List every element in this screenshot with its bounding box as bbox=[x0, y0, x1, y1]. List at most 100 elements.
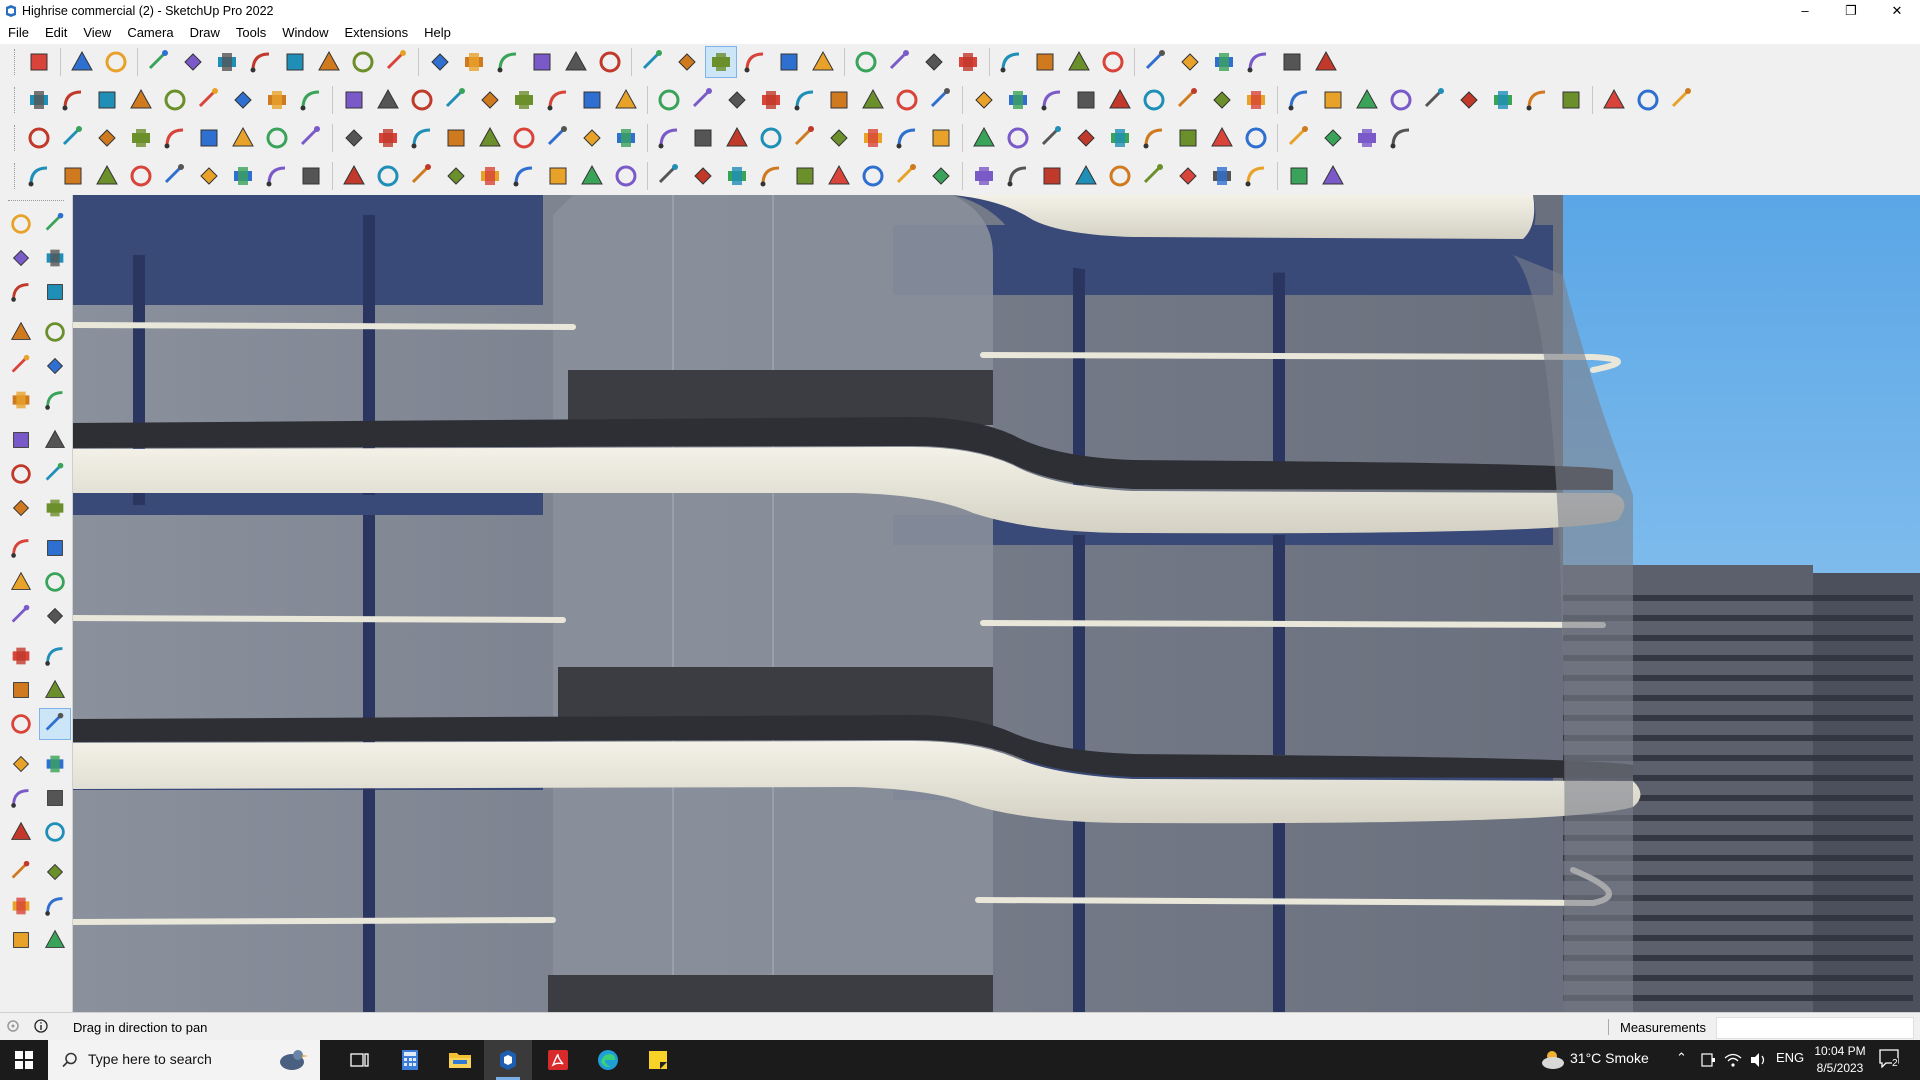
layers-tool-button[interactable] bbox=[851, 47, 881, 77]
row2-tool-26-tool-button[interactable] bbox=[892, 85, 922, 115]
row4-tool-22-tool-button[interactable] bbox=[756, 161, 786, 191]
ext-7-tool-button[interactable] bbox=[1175, 47, 1205, 77]
row3-tool-22-tool-button[interactable] bbox=[756, 123, 786, 153]
notification-center-button[interactable]: 2 bbox=[1878, 1048, 1904, 1072]
row2-tool-28-tool-button[interactable] bbox=[969, 85, 999, 115]
measurements-input[interactable] bbox=[1716, 1017, 1914, 1039]
row3-tool-14-tool-button[interactable] bbox=[475, 123, 505, 153]
row2-tool-42-tool-button[interactable] bbox=[1454, 85, 1484, 115]
toolbar-grip[interactable] bbox=[14, 125, 18, 151]
row4-tool-4-tool-button[interactable] bbox=[126, 161, 156, 191]
row4-tool-18-tool-button[interactable] bbox=[611, 161, 641, 191]
position-camera-tool-button[interactable] bbox=[6, 857, 36, 887]
row2-tool-12-tool-button[interactable] bbox=[407, 85, 437, 115]
row3-tool-17-tool-button[interactable] bbox=[577, 123, 607, 153]
ext-2-tool-button[interactable] bbox=[996, 47, 1026, 77]
geo-location-icon[interactable] bbox=[6, 1019, 20, 1033]
orbit-small-tool-button[interactable] bbox=[40, 209, 70, 239]
row2-tool-25-tool-button[interactable] bbox=[858, 85, 888, 115]
row3-tool-18-tool-button[interactable] bbox=[611, 123, 641, 153]
pan-tool-button[interactable] bbox=[705, 46, 737, 78]
freehand-tool-button[interactable] bbox=[40, 317, 70, 347]
row3-tool-25-tool-button[interactable] bbox=[858, 123, 888, 153]
row2-tool-8-tool-button[interactable] bbox=[262, 85, 292, 115]
zoom-tool-button[interactable] bbox=[6, 749, 36, 779]
look-around-tool-button[interactable] bbox=[40, 817, 70, 847]
rotate-tool-button[interactable] bbox=[6, 533, 36, 563]
tape-tool-button[interactable] bbox=[40, 277, 70, 307]
ext-1-tool-button[interactable] bbox=[953, 47, 983, 77]
select-dropdown-tool-button[interactable] bbox=[101, 47, 131, 77]
styles-tool-button[interactable] bbox=[919, 47, 949, 77]
rectangle-tool-button[interactable] bbox=[6, 351, 36, 381]
row4-tool-36-tool-button[interactable] bbox=[1241, 161, 1271, 191]
push-tool-button[interactable] bbox=[314, 47, 344, 77]
row4-tool-19-tool-button[interactable] bbox=[654, 161, 684, 191]
row3-tool-23-tool-button[interactable] bbox=[790, 123, 820, 153]
row4-tool-29-tool-button[interactable] bbox=[1003, 161, 1033, 191]
row4-tool-21-tool-button[interactable] bbox=[722, 161, 752, 191]
offset-tool-button[interactable] bbox=[40, 567, 70, 597]
row4-tool-13-tool-button[interactable] bbox=[441, 161, 471, 191]
row3-tool-1-tool-button[interactable] bbox=[24, 123, 54, 153]
row2-tool-1-tool-button[interactable] bbox=[24, 85, 54, 115]
3d-text-tool-button[interactable] bbox=[40, 675, 70, 705]
row3-tool-40-tool-button[interactable] bbox=[1386, 123, 1416, 153]
menu-tools[interactable]: Tools bbox=[228, 22, 274, 44]
row2-tool-33-tool-button[interactable] bbox=[1139, 85, 1169, 115]
row2-tool-41-tool-button[interactable] bbox=[1420, 85, 1450, 115]
row2-tool-24-tool-button[interactable] bbox=[824, 85, 854, 115]
taskbar-app-sticky-notes[interactable] bbox=[634, 1040, 682, 1080]
row3-tool-3-tool-button[interactable] bbox=[92, 123, 122, 153]
row3-tool-20-tool-button[interactable] bbox=[688, 123, 718, 153]
row2-tool-43-tool-button[interactable] bbox=[1488, 85, 1518, 115]
zoom-in-tool-button[interactable] bbox=[740, 47, 770, 77]
scale-tool-button[interactable] bbox=[527, 47, 557, 77]
taskbar-app-acrobat[interactable] bbox=[534, 1040, 582, 1080]
push-pull-tool-button[interactable] bbox=[40, 493, 70, 523]
row4-tool-32-tool-button[interactable] bbox=[1105, 161, 1135, 191]
layer-2-tool-button[interactable] bbox=[885, 47, 915, 77]
row4-tool-17-tool-button[interactable] bbox=[577, 161, 607, 191]
row4-tool-10-tool-button[interactable] bbox=[339, 161, 369, 191]
row4-tool-25-tool-button[interactable] bbox=[858, 161, 888, 191]
row4-tool-9-tool-button[interactable] bbox=[296, 161, 326, 191]
taskbar-app-sketchup[interactable] bbox=[484, 1040, 532, 1080]
row3-tool-33-tool-button[interactable] bbox=[1139, 123, 1169, 153]
follow-me-tool-button[interactable] bbox=[425, 47, 455, 77]
text-tool-button[interactable] bbox=[595, 47, 625, 77]
tape-measure-tool-button[interactable] bbox=[6, 601, 36, 631]
row3-tool-34-tool-button[interactable] bbox=[1173, 123, 1203, 153]
protractor-tool-button[interactable] bbox=[6, 641, 36, 671]
row4-tool-20-tool-button[interactable] bbox=[688, 161, 718, 191]
row3-tool-8-tool-button[interactable] bbox=[262, 123, 292, 153]
maximize-button[interactable]: ❐ bbox=[1828, 0, 1874, 22]
volume-icon[interactable] bbox=[1750, 1052, 1768, 1068]
row4-tool-6-tool-button[interactable] bbox=[194, 161, 224, 191]
row3-tool-7-tool-button[interactable] bbox=[228, 123, 258, 153]
ext-9-tool-button[interactable] bbox=[1243, 47, 1273, 77]
component-tool-button[interactable] bbox=[6, 277, 36, 307]
row2-tool-32-tool-button[interactable] bbox=[1105, 85, 1135, 115]
row3-tool-38-tool-button[interactable] bbox=[1318, 123, 1348, 153]
row4-tool-7-tool-button[interactable] bbox=[228, 161, 258, 191]
row4-tool-3-tool-button[interactable] bbox=[92, 161, 122, 191]
move-arrows-tool-button[interactable] bbox=[459, 47, 489, 77]
row3-tool-16-tool-button[interactable] bbox=[543, 123, 573, 153]
row3-tool-32-tool-button[interactable] bbox=[1105, 123, 1135, 153]
row2-tool-22-tool-button[interactable] bbox=[756, 85, 786, 115]
taskbar-app-file-explorer[interactable] bbox=[436, 1040, 484, 1080]
row2-tool-40-tool-button[interactable] bbox=[1386, 85, 1416, 115]
row2-tool-5-tool-button[interactable] bbox=[160, 85, 190, 115]
row2-tool-31-tool-button[interactable] bbox=[1071, 85, 1101, 115]
row4-tool-11-tool-button[interactable] bbox=[373, 161, 403, 191]
row2-tool-15-tool-button[interactable] bbox=[509, 85, 539, 115]
row2-tool-23-tool-button[interactable] bbox=[790, 85, 820, 115]
row2-tool-3-tool-button[interactable] bbox=[92, 85, 122, 115]
pie-tool-button[interactable] bbox=[6, 459, 36, 489]
row2-tool-44-tool-button[interactable] bbox=[1522, 85, 1552, 115]
row2-tool-14-tool-button[interactable] bbox=[475, 85, 505, 115]
row2-tool-17-tool-button[interactable] bbox=[577, 85, 607, 115]
row2-tool-30-tool-button[interactable] bbox=[1037, 85, 1067, 115]
row4-tool-24-tool-button[interactable] bbox=[824, 161, 854, 191]
